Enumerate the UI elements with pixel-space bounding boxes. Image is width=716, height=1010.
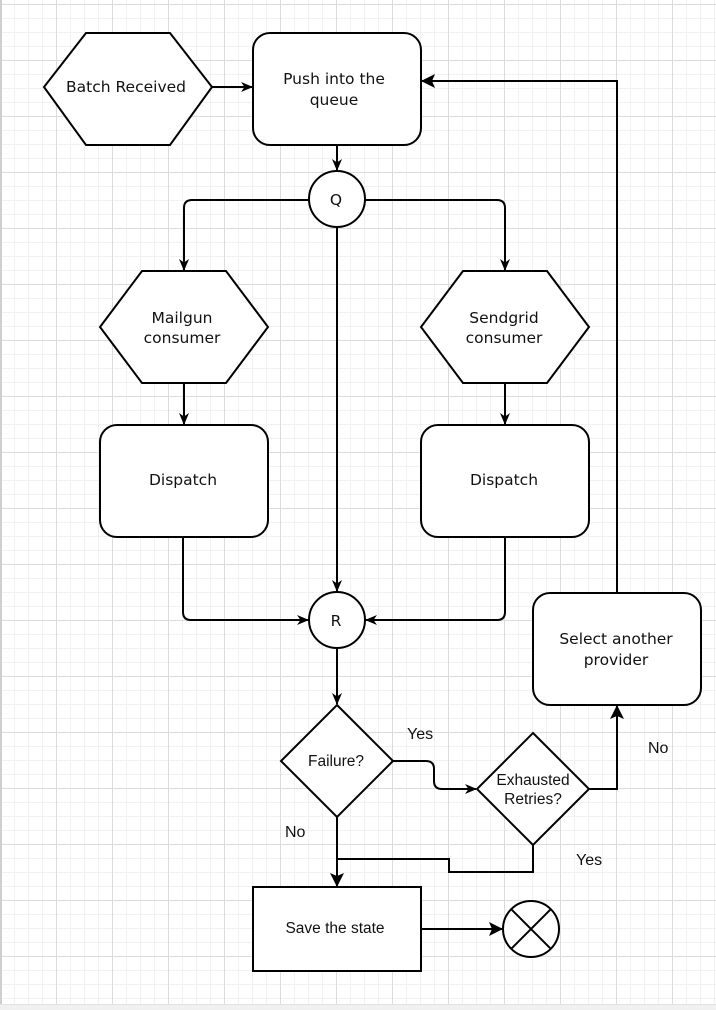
edge-label-exhausted-yes: Yes <box>576 852 602 869</box>
edge-q-to-sendgrid[interactable] <box>365 199 510 271</box>
edge-sendgrid-dispatch-to-r[interactable] <box>365 537 506 625</box>
edge-q-to-mailgun[interactable] <box>179 199 309 271</box>
node-exhausted-retries-decision[interactable]: Exhausted Retries? <box>475 731 591 847</box>
node-label: Dispatch <box>149 471 217 489</box>
node-sendgrid-dispatch[interactable]: Dispatch <box>420 424 590 538</box>
node-r-junction[interactable]: R <box>308 591 366 649</box>
node-failure-decision[interactable]: Failure? <box>279 703 395 819</box>
edge-label-failure-no: No <box>285 824 306 841</box>
node-label: R <box>331 612 342 630</box>
node-label-line2: Retries? <box>504 791 562 808</box>
edge-label-exhausted-no: No <box>648 740 669 757</box>
node-sendgrid-consumer[interactable]: Sendgrid consumer <box>419 270 591 384</box>
node-label-line1: Exhausted <box>496 772 569 789</box>
edge-mailgun-dispatch-to-r[interactable] <box>182 537 309 625</box>
edge-exhausted-no-to-select[interactable] <box>589 705 624 790</box>
node-label-line1: Push into the <box>283 70 385 88</box>
flowchart: Batch Received Push into the queue Q Mai… <box>42 32 702 972</box>
node-label-line1: Sendgrid <box>469 309 538 327</box>
node-save-the-state[interactable]: Save the state <box>252 886 422 972</box>
node-label-line2: consumer <box>466 329 543 347</box>
edge-exhausted-yes-to-save[interactable] <box>337 845 534 873</box>
node-mailgun-dispatch[interactable]: Dispatch <box>99 424 269 538</box>
node-batch-received[interactable]: Batch Received <box>42 32 214 146</box>
node-label-line2: provider <box>584 651 649 669</box>
node-label: Q <box>330 191 342 209</box>
node-push-into-queue[interactable]: Push into the queue <box>252 32 422 146</box>
node-select-another-provider[interactable]: Select another provider <box>532 592 702 706</box>
node-label-line2: consumer <box>144 329 221 347</box>
edge-label-failure-yes: Yes <box>407 726 433 743</box>
node-mailgun-consumer[interactable]: Mailgun consumer <box>98 270 270 384</box>
node-label: Failure? <box>308 753 364 770</box>
node-label: Save the state <box>285 920 384 937</box>
node-label-line1: Select another <box>559 630 673 648</box>
node-label-line1: Mailgun <box>152 309 213 327</box>
node-end-terminator[interactable] <box>502 900 560 958</box>
node-q-junction[interactable]: Q <box>308 170 366 228</box>
node-label: Dispatch <box>470 471 538 489</box>
node-label: Batch Received <box>66 78 186 96</box>
edge-failure-yes-to-exhausted[interactable] <box>393 760 477 794</box>
node-label-line2: queue <box>310 91 359 109</box>
